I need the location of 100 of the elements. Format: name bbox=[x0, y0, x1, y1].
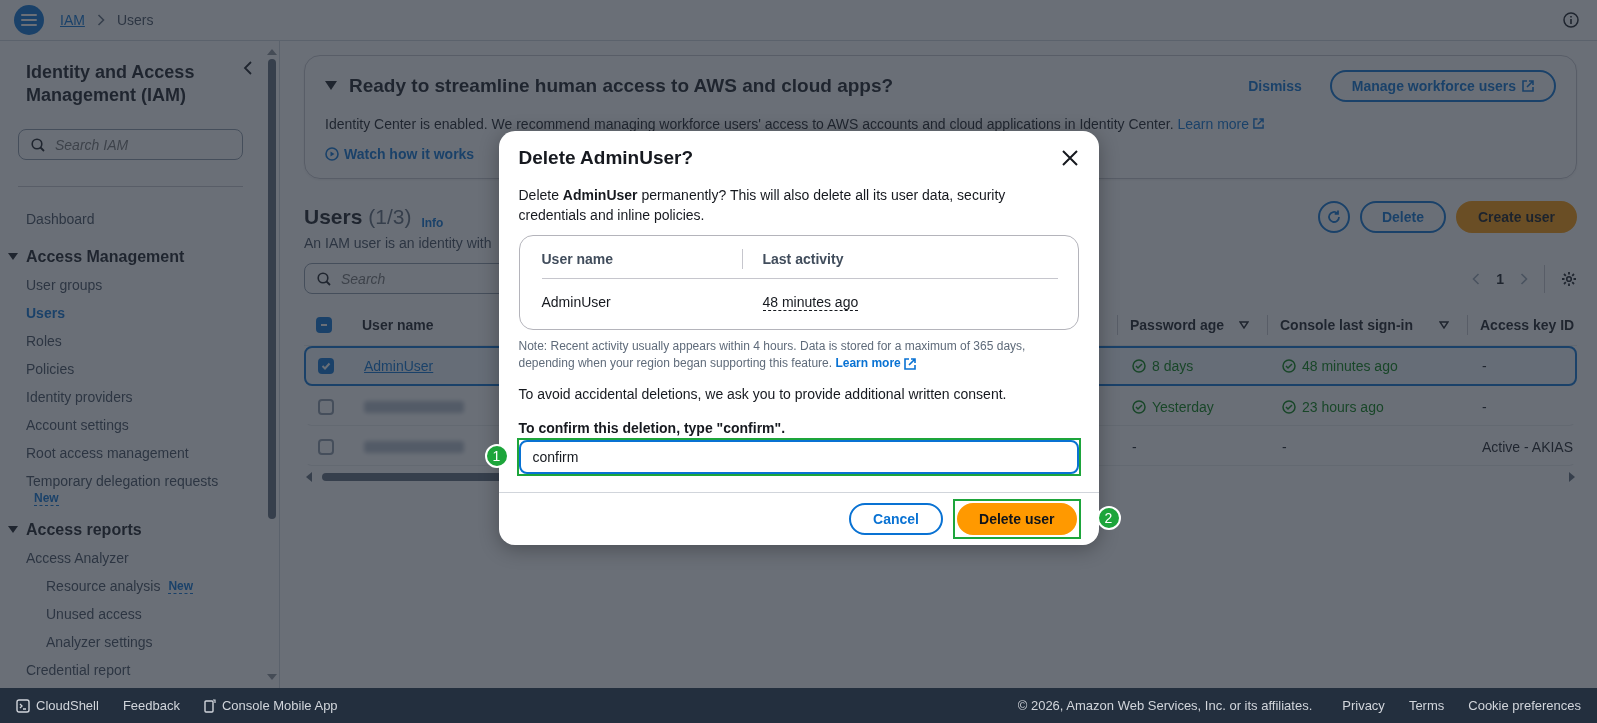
search-icon bbox=[317, 272, 331, 286]
consent-text: To avoid accidental deletions, we ask you to provide additional written consent. bbox=[518, 386, 1008, 402]
create-user-button[interactable]: Create user bbox=[1455, 201, 1577, 233]
expand-caret-icon[interactable] bbox=[325, 81, 337, 91]
phone-icon[interactable] bbox=[203, 698, 216, 713]
search-icon bbox=[31, 138, 45, 152]
page-number[interactable]: 1 bbox=[1496, 270, 1504, 287]
settings-icon[interactable] bbox=[1561, 270, 1577, 287]
sort-caret-icon[interactable] bbox=[1239, 320, 1249, 329]
learn-more-link[interactable]: Learn more bbox=[1177, 116, 1264, 132]
nav-link[interactable]: Dashboard bbox=[26, 209, 95, 229]
delete-button[interactable]: Delete bbox=[1359, 201, 1446, 233]
nav-link[interactable]: Temporary delegation requests bbox=[26, 471, 219, 491]
select-all-checkbox[interactable] bbox=[316, 316, 332, 333]
menu-button[interactable] bbox=[14, 5, 44, 35]
nav-link[interactable]: Credential report bbox=[26, 660, 131, 680]
scrollbar-thumb[interactable] bbox=[268, 59, 276, 519]
nav-link[interactable]: User groups bbox=[26, 275, 103, 295]
nav-section-header[interactable]: Access Management bbox=[26, 247, 185, 267]
previous-page-icon[interactable] bbox=[1472, 272, 1481, 285]
step-marker: 2 bbox=[1096, 506, 1121, 530]
footer-link[interactable]: Privacy bbox=[1342, 698, 1385, 713]
nav-link[interactable]: Access Analyzer bbox=[26, 548, 129, 568]
column-header: User name bbox=[541, 251, 615, 267]
users-description: An IAM user is an identity with bbox=[304, 235, 493, 251]
expand-caret-icon[interactable] bbox=[8, 526, 18, 534]
last-sign-in-text: 23 hours ago bbox=[1302, 398, 1384, 415]
banner-title: Ready to streamline human access to AWS and cloud apps? bbox=[349, 75, 894, 97]
scroll-down-icon[interactable] bbox=[267, 674, 277, 680]
dismiss-link[interactable]: Dismiss bbox=[1248, 78, 1302, 94]
column-header[interactable]: User name bbox=[362, 316, 434, 333]
footer-link[interactable]: Cookie preferences bbox=[1468, 698, 1581, 713]
nav-link[interactable]: Root access management bbox=[26, 443, 189, 463]
next-page-icon[interactable] bbox=[1520, 272, 1528, 285]
note-text: Note: Recent activity usually appears within 4 hours. Data is stored for a maximum of 365 days, depending when your region began supporting this feature. Learn more bbox=[518, 338, 1027, 372]
row-checkbox[interactable] bbox=[318, 358, 334, 374]
success-check-icon bbox=[1132, 359, 1146, 373]
refresh-icon bbox=[1325, 209, 1342, 225]
column-header: Last activity bbox=[762, 251, 844, 267]
info-link[interactable]: Info bbox=[421, 216, 444, 230]
new-label: New bbox=[168, 578, 194, 594]
column-header[interactable]: Access key ID bbox=[1480, 316, 1575, 333]
sort-caret-icon[interactable] bbox=[1439, 320, 1449, 329]
nav-link[interactable]: Identity providers bbox=[26, 387, 133, 407]
new-label: New bbox=[34, 491, 59, 506]
dialog-message: Delete AdminUser permanently? This will also delete all its user data, security credentials and inline policies. bbox=[518, 186, 1007, 225]
nav-link[interactable]: Unused access bbox=[46, 604, 142, 624]
nav-link[interactable]: Roles bbox=[26, 331, 62, 351]
dialog-title: Delete AdminUser? bbox=[518, 147, 694, 169]
success-check-icon bbox=[1132, 399, 1146, 414]
password-age-text: - bbox=[1132, 438, 1137, 455]
manage-workforce-users-button[interactable]: Manage workforce users bbox=[1329, 70, 1556, 102]
step-marker: 1 bbox=[484, 444, 509, 468]
external-link-icon bbox=[1252, 118, 1264, 129]
user-name-link[interactable]: AdminUser bbox=[364, 358, 434, 374]
close-icon[interactable] bbox=[1060, 149, 1079, 167]
copyright-text: © 2026, Amazon Web Services, Inc. or its affiliates. bbox=[1017, 698, 1313, 713]
chevron-right-icon bbox=[96, 14, 105, 26]
access-key-text: - bbox=[1482, 358, 1487, 374]
row-checkbox[interactable] bbox=[318, 398, 334, 415]
success-check-icon bbox=[1282, 399, 1296, 414]
refresh-button[interactable] bbox=[1317, 201, 1350, 233]
menu-icon bbox=[21, 13, 37, 27]
password-age-text: Yesterday bbox=[1152, 398, 1214, 415]
column-header[interactable]: Password age bbox=[1130, 316, 1225, 333]
table-cell: 48 minutes ago bbox=[762, 293, 859, 311]
breadcrumb-link[interactable]: IAM bbox=[60, 12, 85, 28]
nav-link[interactable]: Resource analysis bbox=[46, 576, 161, 596]
watch-video-link[interactable]: Watch how it works bbox=[325, 146, 475, 162]
confirm-input-field[interactable]: confirm bbox=[518, 440, 1079, 474]
nav-link[interactable]: Analyzer settings bbox=[46, 632, 153, 652]
scroll-right-icon[interactable] bbox=[1569, 472, 1575, 482]
password-age-text: 8 days bbox=[1152, 358, 1194, 374]
footer-link[interactable]: Terms bbox=[1408, 698, 1445, 713]
play-icon bbox=[325, 147, 339, 161]
collapse-icon[interactable] bbox=[243, 61, 253, 75]
external-link-icon bbox=[903, 357, 916, 370]
scroll-up-icon[interactable] bbox=[267, 49, 277, 55]
row-checkbox[interactable] bbox=[318, 438, 334, 455]
terminal-icon[interactable] bbox=[16, 698, 30, 713]
external-link-icon bbox=[1522, 80, 1534, 92]
learn-more-link[interactable]: Learn more bbox=[835, 355, 916, 372]
delete-user-button[interactable]: Delete user bbox=[957, 503, 1077, 535]
expand-caret-icon[interactable] bbox=[8, 253, 18, 261]
scroll-left-icon[interactable] bbox=[306, 472, 312, 482]
checkmark-icon bbox=[321, 361, 331, 371]
breadcrumb-current: Users bbox=[116, 12, 154, 28]
cancel-button[interactable]: Cancel bbox=[849, 503, 943, 535]
footer-link[interactable]: CloudShell bbox=[36, 698, 99, 713]
nav-section-header[interactable]: Access reports bbox=[26, 520, 142, 540]
last-sign-in-text: - bbox=[1282, 438, 1287, 455]
footer-link[interactable]: Console Mobile App bbox=[221, 698, 338, 713]
access-key-text: Active - AKIAS bbox=[1482, 438, 1574, 455]
nav-link[interactable]: Policies bbox=[26, 359, 75, 379]
footer-link[interactable]: Feedback bbox=[122, 698, 180, 713]
sidebar-title: Identity and Access Management (IAM) bbox=[26, 61, 196, 107]
nav-link[interactable]: Account settings bbox=[26, 415, 129, 435]
info-icon[interactable] bbox=[1563, 12, 1579, 28]
nav-link[interactable]: Users bbox=[26, 303, 65, 323]
column-header[interactable]: Console last sign-in bbox=[1280, 316, 1413, 333]
